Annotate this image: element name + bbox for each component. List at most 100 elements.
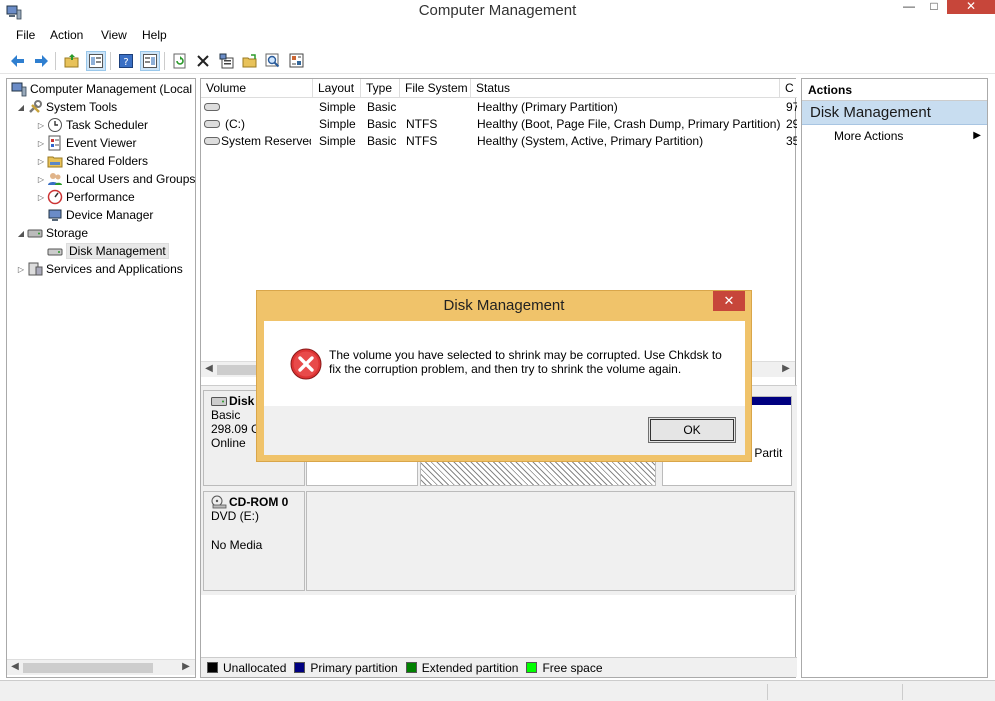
tree-item-root[interactable]: Computer Management (Local [11,80,192,98]
status-bar [0,680,995,701]
volume-row[interactable]: System Reserved Simple Basic NTFS Health… [201,133,797,150]
legend-swatch [526,662,538,673]
volume-type: Basic [367,134,397,148]
users-icon [48,173,62,185]
refresh-icon[interactable] [170,51,190,71]
services-icon [28,262,43,276]
tree-item-shared-folders[interactable]: ▷ Shared Folders [35,152,148,170]
menu-file[interactable]: File [16,28,35,42]
menu-view[interactable]: View [101,28,127,42]
legend-label: Extended partition [421,660,519,675]
event-log-icon [48,135,61,151]
cdrom-media: No Media [211,538,263,552]
collapsed-arrow-icon[interactable]: ▷ [35,121,47,130]
scroll-thumb[interactable] [23,663,153,673]
scroll-right-icon[interactable]: ▶ [179,661,193,672]
column-file-system[interactable]: File System [400,79,471,98]
cdrom-0-area[interactable] [306,491,795,591]
volume-type: Basic [367,117,397,131]
minimize-button[interactable]: — [895,0,923,14]
more-actions-item[interactable]: More Actions ▶ [802,125,987,147]
tree-item-storage[interactable]: ◢ Storage [15,224,88,242]
close-window-button[interactable]: ✕ [947,0,995,14]
delete-icon[interactable] [193,51,213,71]
tree-label: System Tools [46,100,118,114]
expanded-arrow-icon[interactable]: ◢ [15,103,27,112]
more-actions-label: More Actions [834,129,904,143]
maximize-button[interactable]: □ [920,0,948,14]
tree-item-performance[interactable]: ▷ Performance [35,188,135,206]
tree-item-services[interactable]: ▷ Services and Applications [15,260,183,278]
help-icon[interactable]: ? [116,51,136,71]
tree-label: Shared Folders [66,154,149,168]
volume-type: Basic [367,100,397,114]
tree-item-task-scheduler[interactable]: ▷ Task Scheduler [35,116,148,134]
navigation-tree: Computer Management (Local ◢ System Tool… [6,78,196,678]
scroll-left-icon[interactable]: ◀ [202,363,216,374]
collapsed-arrow-icon[interactable]: ▷ [35,193,47,202]
legend-label: Unallocated [223,660,287,675]
svg-text:?: ? [123,57,128,68]
volume-status: Healthy (Boot, Page File, Crash Dump, Pr… [477,117,781,131]
expanded-arrow-icon[interactable]: ◢ [15,229,27,238]
ok-button[interactable]: OK [648,417,736,443]
tree-label: Device Manager [66,208,154,222]
properties-icon[interactable] [217,51,237,71]
scroll-right-icon[interactable]: ▶ [779,363,793,374]
tree-label: Local Users and Groups [66,172,196,186]
scroll-left-icon[interactable]: ◀ [8,661,22,672]
collapsed-arrow-icon[interactable]: ▷ [35,175,47,184]
computer-management-icon [11,82,27,97]
up-folder-icon[interactable] [62,51,82,71]
tree-item-event-viewer[interactable]: ▷ Event Viewer [35,134,136,152]
menu-help[interactable]: Help [142,28,167,42]
actions-section-disk-management[interactable]: Disk Management [802,101,987,125]
toolbar-separator [55,52,56,70]
actions-header: Actions [802,79,987,101]
show-hide-action-pane-icon[interactable] [140,51,160,71]
dialog-close-button[interactable]: ✕ [713,291,745,311]
collapsed-arrow-icon[interactable]: ▷ [15,265,27,274]
column-capacity[interactable]: C [780,79,797,98]
window-title: Computer Management [418,2,577,19]
dialog-body: The volume you have selected to shrink m… [264,321,745,455]
tree-horizontal-scrollbar[interactable]: ◀ ▶ [7,659,195,675]
cdrom-icon [211,495,227,509]
search-icon[interactable] [263,51,283,71]
back-icon[interactable] [8,51,28,71]
volume-file-system: NTFS [406,134,438,148]
submenu-arrow-icon: ▶ [973,130,981,141]
column-type[interactable]: Type [361,79,400,98]
collapsed-arrow-icon[interactable]: ▷ [35,139,47,148]
column-layout[interactable]: Layout [313,79,361,98]
volume-layout: Simple [319,134,356,148]
status-divider [767,684,768,700]
title-bar: Computer Management — □ ✕ [0,0,995,24]
open-icon[interactable] [240,51,260,71]
legend-swatch [405,662,417,673]
tree-label: Services and Applications [46,262,183,276]
disk-management-icon [47,248,63,256]
column-status[interactable]: Status [471,79,780,98]
volume-status: Healthy (System, Active, Primary Partiti… [477,134,704,148]
legend-label: Free space [542,660,603,675]
tree-item-local-users[interactable]: ▷ Local Users and Groups [35,170,195,188]
volume-list-header: Volume Layout Type File System Status C [201,79,797,98]
volume-name: System Reserved [221,134,311,148]
show-hide-tree-icon[interactable] [86,51,106,71]
volume-layout: Simple [319,100,356,114]
settings-icon[interactable] [287,51,307,71]
tree-item-disk-management[interactable]: Disk Management [47,242,169,260]
cdrom-0-info[interactable]: CD-ROM 0 DVD (E:) No Media [203,491,305,591]
forward-icon[interactable] [31,51,51,71]
menu-action[interactable]: Action [50,28,83,42]
tree-item-system-tools[interactable]: ◢ System Tools [15,98,117,116]
tools-icon [29,100,42,113]
dialog-footer: OK [264,406,745,455]
column-volume[interactable]: Volume [201,79,313,98]
volume-row[interactable]: Simple Basic Healthy (Primary Partition)… [201,99,797,116]
tree-item-device-manager[interactable]: Device Manager [47,206,153,224]
storage-icon [27,229,43,238]
volume-row[interactable]: (C:) Simple Basic NTFS Healthy (Boot, Pa… [201,116,797,133]
collapsed-arrow-icon[interactable]: ▷ [35,157,47,166]
